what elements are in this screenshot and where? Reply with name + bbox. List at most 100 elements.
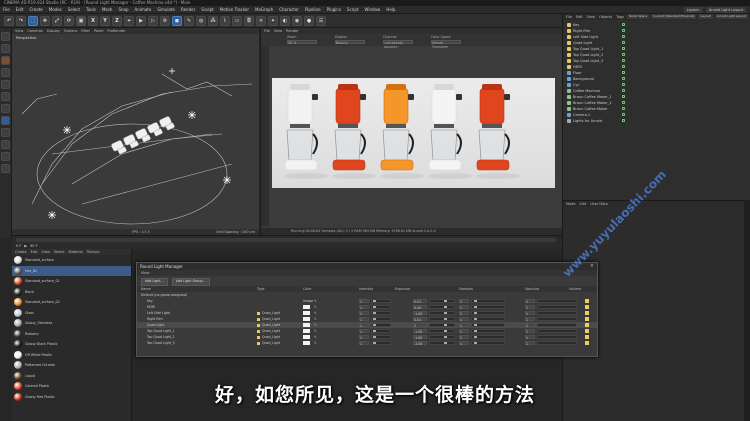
samples-slider[interactable]	[471, 305, 505, 309]
menu-tab[interactable]: Edit	[576, 14, 583, 20]
workplane-icon[interactable]	[1, 68, 10, 77]
material-item[interactable]: Rubbery	[12, 329, 131, 340]
menu-tab[interactable]: Edit	[580, 201, 587, 207]
visibility-check-icon[interactable]	[622, 89, 625, 92]
intensity-field[interactable]: 1	[359, 341, 369, 346]
samples-field[interactable]: 1	[459, 299, 469, 304]
material-item[interactable]: Patterned Chrome	[12, 360, 131, 371]
close-icon[interactable]: ×	[590, 263, 594, 269]
camera-icon[interactable]: ⌼	[244, 15, 254, 26]
specular-slider[interactable]	[537, 335, 577, 339]
intensity-field[interactable]: 1	[359, 317, 369, 322]
color-picker-icon[interactable]: ✎	[314, 335, 317, 339]
exposure-slider[interactable]	[429, 311, 455, 315]
material-item[interactable]: Glossy Black Plastic	[12, 339, 131, 350]
y-axis-button[interactable]: Y	[100, 15, 110, 26]
menu-item[interactable]: File	[0, 6, 13, 13]
planar-workplane-icon[interactable]	[1, 164, 10, 173]
samples-field[interactable]: 1	[459, 305, 469, 310]
menu-item[interactable]: MoGraph	[252, 6, 276, 13]
samples-slider[interactable]	[471, 317, 505, 321]
rotate-icon[interactable]: ⟳	[64, 15, 74, 26]
polygons-mode-icon[interactable]	[1, 104, 10, 113]
exposure-slider[interactable]	[429, 317, 455, 321]
intensity-slider[interactable]	[371, 323, 391, 327]
color-picker-icon[interactable]: ✎	[314, 305, 317, 309]
render-option-dropdown[interactable]: 50 %	[287, 40, 317, 45]
menu-item[interactable]: Pipeline	[302, 6, 324, 13]
arnold-light-icon[interactable]: ✦	[268, 15, 278, 26]
add-light-button[interactable]: Add Light...	[141, 278, 168, 286]
color-picker-icon[interactable]: ✎	[314, 329, 317, 333]
color-swatch[interactable]	[303, 311, 310, 315]
menu-item[interactable]: Edit	[13, 6, 27, 13]
exposure-slider[interactable]	[429, 329, 455, 333]
live-selection-icon[interactable]: ⬚	[28, 15, 38, 26]
timeline[interactable]: 0 F ▶ 90 F	[12, 235, 562, 249]
volume-checkbox[interactable]	[585, 317, 589, 321]
make-editable-icon[interactable]	[1, 32, 10, 41]
specular-slider[interactable]	[537, 323, 577, 327]
material-item[interactable]: Glass	[12, 308, 131, 319]
exposure-slider[interactable]	[429, 299, 455, 303]
menu-tab[interactable]: Select	[54, 249, 65, 255]
column-header[interactable]: Exposure	[395, 287, 410, 291]
samples-field[interactable]: 1	[459, 335, 469, 340]
menu-item[interactable]: Create	[26, 6, 45, 13]
menu-tab[interactable]: File	[566, 14, 572, 20]
intensity-slider[interactable]	[371, 335, 391, 339]
menu-item[interactable]: Sculpt	[198, 6, 217, 13]
scale-icon[interactable]: ⤢	[52, 15, 62, 26]
light-name[interactable]: Top Quad Light_1	[147, 329, 175, 333]
top-button[interactable]: Arnold Light Layout	[714, 14, 748, 19]
edges-mode-icon[interactable]	[1, 92, 10, 101]
column-header[interactable]: Type	[257, 287, 265, 291]
color-swatch[interactable]	[303, 317, 310, 321]
exposure-slider[interactable]	[429, 305, 455, 309]
column-header[interactable]: Samples	[459, 287, 473, 291]
color-picker-icon[interactable]: ✎	[314, 311, 317, 315]
arnold-settings-icon[interactable]: ☰	[316, 15, 326, 26]
object-item[interactable]: Lights for Arnold	[567, 118, 750, 124]
material-item[interactable]: Standard_surface_02	[12, 297, 131, 308]
menu-item[interactable]: Tools	[83, 6, 99, 13]
light-name[interactable]: Top Quad Light_2	[147, 335, 175, 339]
layout-value[interactable]: Arnold Light Layout	[705, 7, 746, 13]
visibility-check-icon[interactable]	[622, 95, 625, 98]
locked-workplane-icon[interactable]	[1, 152, 10, 161]
samples-field[interactable]: 1	[459, 317, 469, 322]
menu-item[interactable]: Window	[362, 6, 384, 13]
top-button[interactable]: Current (Standard/Physical)	[651, 14, 697, 19]
pen-icon[interactable]: ✎	[184, 15, 194, 26]
menu-tab[interactable]: Mode	[566, 201, 576, 207]
specular-field[interactable]: 1	[525, 341, 535, 346]
intensity-slider[interactable]	[371, 305, 391, 309]
arnold-render-icon[interactable]: ●	[304, 15, 314, 26]
column-header[interactable]: Name	[141, 287, 151, 291]
color-swatch[interactable]	[303, 341, 310, 345]
render-picture-viewer-icon[interactable]: ▷	[148, 15, 158, 26]
exposure-field[interactable]: 2	[413, 323, 427, 328]
exposure-field[interactable]: -1.00	[413, 311, 427, 316]
floor-icon[interactable]: ▭	[232, 15, 242, 26]
samples-slider[interactable]	[471, 335, 505, 339]
exposure-field[interactable]: -1.00	[413, 341, 427, 346]
specular-slider[interactable]	[537, 299, 577, 303]
exposure-slider[interactable]	[429, 341, 455, 345]
menu-tab[interactable]: Texture	[87, 249, 100, 255]
material-item[interactable]: Off White Plastic	[12, 350, 131, 361]
column-header[interactable]: Volume	[569, 287, 581, 291]
exposure-field[interactable]: 0.01	[413, 317, 427, 322]
volume-checkbox[interactable]	[585, 299, 589, 303]
menu-item[interactable]: Simulate	[154, 6, 178, 13]
visibility-check-icon[interactable]	[622, 23, 625, 26]
visibility-check-icon[interactable]	[622, 53, 625, 56]
color-picker-icon[interactable]: ✎	[314, 323, 317, 327]
samples-field[interactable]: 1	[459, 323, 469, 328]
start-frame[interactable]: 0 F	[16, 244, 21, 248]
cube-icon[interactable]: ◼	[172, 15, 182, 26]
menu-item[interactable]: Help	[383, 6, 398, 13]
color-swatch[interactable]	[303, 323, 310, 327]
visibility-check-icon[interactable]	[622, 47, 625, 50]
specular-field[interactable]: 1	[525, 329, 535, 334]
